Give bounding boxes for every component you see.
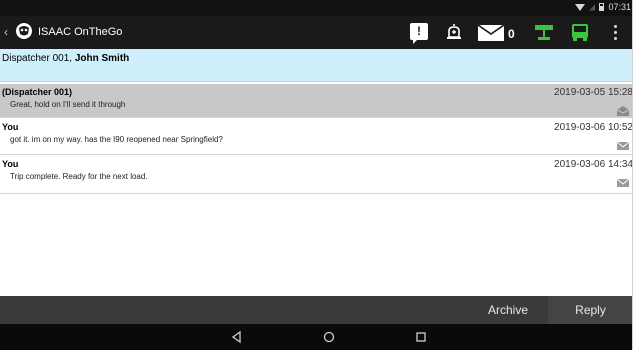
message-row[interactable]: (Dispatcher 001) Great, hold on I'll sen… (0, 84, 633, 118)
participant-prefix: Dispatcher 001, (2, 53, 75, 64)
message-row[interactable]: You got it. im on my way. has the I90 re… (0, 119, 633, 155)
reply-button[interactable]: Reply (548, 296, 633, 324)
overflow-menu-icon[interactable] (612, 25, 618, 45)
action-bar: Archive Reply (0, 296, 633, 324)
alert-icon[interactable] (410, 23, 428, 40)
message-time: 2019-03-06 10:52 (554, 122, 633, 133)
unread-count: 0 (508, 27, 515, 41)
conversation-participant: Dispatcher 001, John Smith (2, 53, 129, 64)
mail-open-icon (617, 106, 629, 116)
mail-icon[interactable] (478, 25, 504, 41)
bus-icon[interactable] (570, 22, 590, 42)
nav-home-icon[interactable] (322, 330, 336, 344)
bell-icon[interactable] (444, 22, 464, 42)
message-text: Great, hold on I'll send it through (10, 100, 126, 109)
participant-name: John Smith (74, 53, 130, 64)
message-sender: You (2, 159, 19, 169)
message-row[interactable]: You Trip complete. Ready for the next lo… (0, 156, 633, 194)
mail-icon (617, 141, 629, 150)
message-sender: You (2, 122, 19, 132)
battery-icon (599, 3, 605, 11)
conversation-header: Dispatcher 001, John Smith (0, 49, 633, 82)
app-title: ISAAC OnTheGo (38, 26, 123, 38)
nav-recents-icon[interactable] (414, 330, 428, 344)
status-bar: 07:31 (0, 0, 633, 16)
nav-back-icon[interactable] (230, 330, 244, 344)
system-nav-bar (0, 324, 633, 350)
message-text: Trip complete. Ready for the next load. (10, 172, 148, 181)
status-time: 07:31 (608, 2, 631, 12)
window-frame (632, 0, 639, 350)
archive-button[interactable]: Archive (472, 296, 544, 324)
signal-icon (589, 3, 596, 11)
wifi-icon (575, 3, 586, 11)
back-chevron-icon[interactable]: ‹ (4, 25, 8, 39)
network-icon[interactable] (533, 22, 555, 42)
message-time: 2019-03-05 15:28 (554, 87, 633, 98)
app-bar: ‹ ISAAC OnTheGo 0 (0, 16, 633, 49)
mail-icon (617, 178, 629, 187)
message-text: got it. im on my way. has the I90 reopen… (10, 135, 223, 144)
app-logo-icon[interactable] (14, 21, 34, 41)
message-time: 2019-03-06 14:34 (554, 159, 633, 170)
status-icons: 07:31 (575, 2, 631, 12)
message-sender: (Dispatcher 001) (2, 87, 73, 97)
